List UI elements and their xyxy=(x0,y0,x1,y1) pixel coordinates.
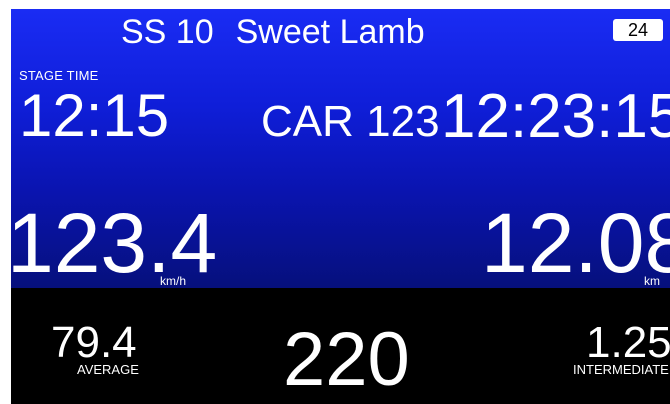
speed-value: 123.4 xyxy=(11,196,218,290)
rally-display: SS 10 Sweet Lamb 24 STAGE TIME 12:15 CAR … xyxy=(11,9,670,404)
distance-value: 12.08 xyxy=(481,196,670,290)
counter-value: 220 xyxy=(283,317,410,402)
stage-number: SS 10 xyxy=(121,13,214,51)
stage-name: Sweet Lamb xyxy=(235,13,425,51)
stage-title: SS 10 Sweet Lamb xyxy=(121,15,425,49)
stage-time-label: STAGE TIME xyxy=(19,68,99,83)
average-label: AVERAGE xyxy=(77,362,139,377)
car-label: CAR 123 xyxy=(261,97,440,146)
clock-value: 12:23:15 xyxy=(441,82,670,151)
intermediate-label: INTERMEDIATE xyxy=(573,362,669,377)
distance-unit: km xyxy=(644,274,660,288)
stage-badge: 24 xyxy=(613,19,663,41)
speed-unit: km/h xyxy=(160,274,187,288)
average-value: 79.4 xyxy=(51,318,137,367)
intermediate-value: 1.25 xyxy=(586,318,670,367)
stage-time-value: 12:15 xyxy=(19,82,170,149)
